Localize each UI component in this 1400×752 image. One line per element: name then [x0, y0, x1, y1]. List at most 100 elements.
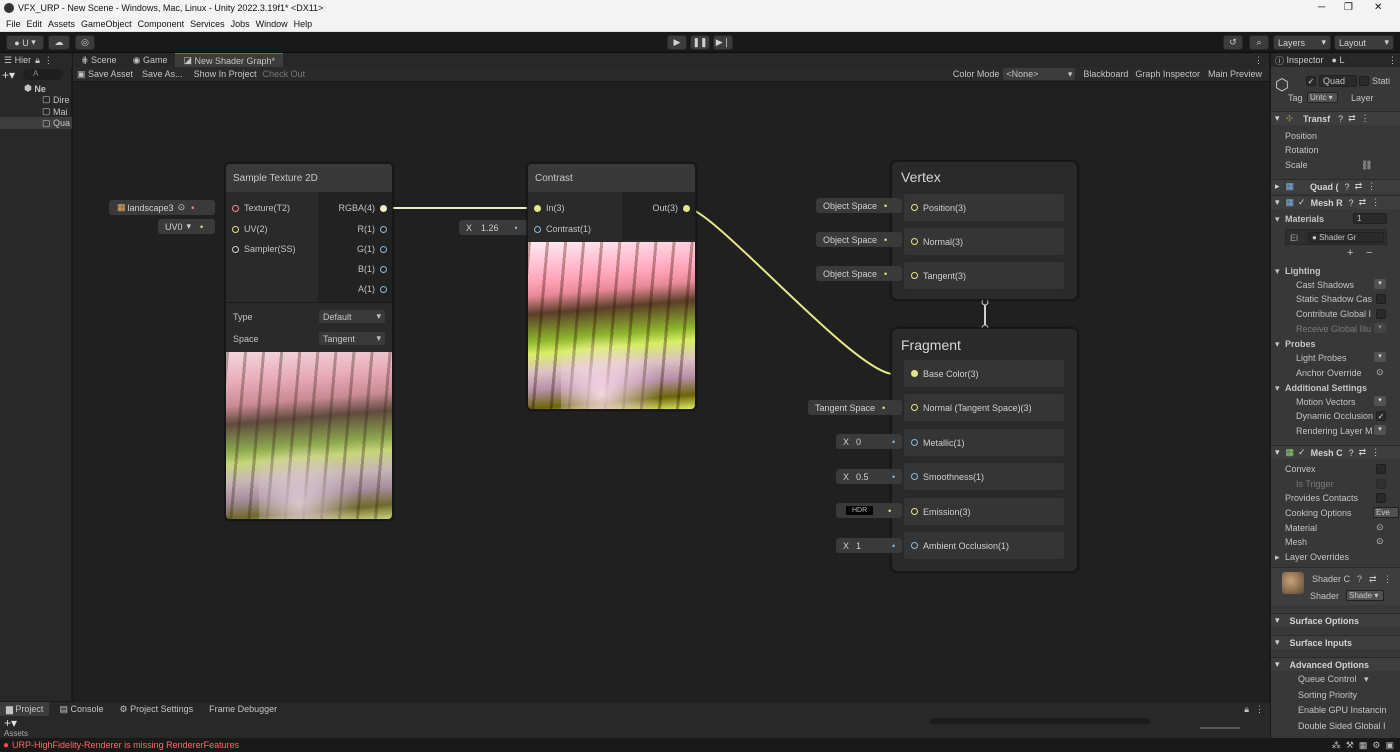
status-error-message[interactable]: URP-HighFidelity-Renderer is missing Ren…: [12, 740, 239, 750]
menu-file[interactable]: File: [6, 19, 21, 29]
position-space-field[interactable]: Object Space •: [816, 198, 902, 213]
input-port-uv[interactable]: UV(2): [232, 224, 268, 234]
type-dropdown[interactable]: Default ▾: [319, 310, 385, 323]
add-icon[interactable]: +▾: [2, 68, 15, 82]
project-search-input[interactable]: [930, 718, 1150, 724]
mesh-renderer-header[interactable]: ▾ ▦ ✓ Mesh R ? ⇄ ⋮: [1271, 195, 1400, 209]
advanced-options-header[interactable]: ▾ Advanced Options: [1271, 657, 1400, 671]
menu-assets[interactable]: Assets: [48, 19, 75, 29]
surface-inputs-header[interactable]: ▾ Surface Inputs: [1271, 635, 1400, 649]
scene-root[interactable]: ⬢ Ne: [24, 83, 46, 94]
account-button[interactable]: ● U ▾: [6, 35, 44, 50]
more-icon[interactable]: ⋮: [1255, 704, 1264, 715]
layout-dropdown[interactable]: Layout ▾: [1334, 35, 1394, 50]
block-position[interactable]: Position(3): [904, 194, 1064, 221]
help-icon[interactable]: ?: [1357, 574, 1362, 584]
object-picker-icon[interactable]: ⊙: [1376, 367, 1384, 378]
materials-count-field[interactable]: 1: [1353, 213, 1387, 224]
more-icon[interactable]: ⋮: [1383, 574, 1392, 585]
menu-help[interactable]: Help: [294, 19, 313, 29]
uv-input-dropdown[interactable]: UV0 ▾ •: [158, 219, 215, 234]
output-port-b[interactable]: B(1): [358, 264, 387, 274]
emission-color-field[interactable]: HDR •: [836, 503, 902, 518]
output-port-g[interactable]: G(1): [357, 244, 387, 254]
output-port-r[interactable]: R(1): [357, 224, 387, 234]
input-port-in[interactable]: In(3): [534, 203, 565, 213]
cooking-options-dropdown[interactable]: Eve: [1373, 507, 1399, 518]
close-icon[interactable]: ✕: [1374, 2, 1382, 13]
enabled-check-icon[interactable]: ✓: [1298, 197, 1306, 208]
add-icon[interactable]: +▾: [4, 716, 17, 730]
block-metallic[interactable]: Metallic(1): [904, 429, 1064, 456]
more-icon[interactable]: ⋮: [1367, 181, 1376, 192]
rendering-layer-dropdown[interactable]: ▾: [1374, 425, 1386, 435]
mesh-collider-header[interactable]: ▾ ▦ ✓ Mesh C ? ⇄ ⋮: [1271, 445, 1400, 459]
graph-canvas[interactable]: ▦ landscape3 ⊙ • UV0 ▾ • Sample Texture …: [73, 82, 1269, 701]
list-item[interactable]: ▢ Dire: [42, 94, 70, 105]
metallic-value-field[interactable]: X 0 •: [836, 434, 902, 449]
object-picker-icon[interactable]: ⊙: [178, 202, 186, 213]
contribute-gi-checkbox[interactable]: [1376, 309, 1386, 319]
menu-window[interactable]: Window: [256, 19, 288, 29]
more-icon[interactable]: ⋮: [1371, 447, 1380, 458]
tab-inspector[interactable]: Inspector: [1287, 55, 1324, 65]
help-icon[interactable]: ?: [1349, 198, 1354, 208]
enabled-check-icon[interactable]: ✓: [1298, 447, 1306, 458]
minimize-icon[interactable]: ─: [1318, 2, 1325, 13]
normal-tangent-space-field[interactable]: Tangent Space •: [808, 400, 902, 415]
receive-gi-dropdown[interactable]: ▾: [1374, 323, 1386, 333]
tab-scene[interactable]: ⋕ Scene: [73, 53, 125, 67]
contrast-node[interactable]: Contrast In(3) Contrast(1) Out(3): [527, 163, 696, 410]
block-emission[interactable]: Emission(3): [904, 498, 1064, 525]
convex-checkbox[interactable]: [1376, 464, 1386, 474]
object-picker-icon[interactable]: ⊙: [1376, 522, 1384, 533]
contrast-value-field[interactable]: X 1.26 •: [459, 220, 535, 235]
preset-icon[interactable]: ⇄: [1348, 113, 1356, 124]
block-tangent[interactable]: Tangent(3): [904, 262, 1064, 289]
more-icon[interactable]: ⋮: [1388, 55, 1397, 66]
block-smoothness[interactable]: Smoothness(1): [904, 463, 1064, 490]
vertex-context[interactable]: Vertex Position(3) Normal(3) Tangent(3): [891, 161, 1078, 300]
more-icon[interactable]: ⋮: [1254, 55, 1263, 66]
preset-icon[interactable]: ⇄: [1355, 181, 1363, 192]
material-object-field[interactable]: ● Shader Gr: [1308, 232, 1384, 243]
fragment-context[interactable]: Fragment Base Color(3) Normal (Tangent S…: [891, 328, 1078, 572]
output-port-out[interactable]: Out(3): [652, 203, 690, 213]
tab-shader-graph[interactable]: ◪ New Shader Graph*: [175, 53, 284, 67]
search-button[interactable]: ⌕: [1249, 35, 1269, 50]
history-button[interactable]: ↺: [1223, 35, 1243, 50]
network-icon[interactable]: ⁂: [1332, 740, 1341, 750]
surface-options-header[interactable]: ▾ Surface Options: [1271, 613, 1400, 627]
remove-element-button[interactable]: −: [1366, 247, 1372, 259]
block-ambient-occlusion[interactable]: Ambient Occlusion(1): [904, 532, 1064, 559]
more-icon[interactable]: ⋮: [44, 55, 53, 66]
blackboard-button[interactable]: Blackboard: [1083, 69, 1128, 79]
tab-game[interactable]: ◉ Game: [125, 53, 176, 67]
layers-dropdown[interactable]: Layers ▾: [1273, 35, 1331, 50]
window-icon[interactable]: ▣: [1385, 740, 1394, 750]
menu-gameobject[interactable]: GameObject: [81, 19, 132, 29]
tab-project[interactable]: ▆ Project: [0, 701, 50, 717]
list-item-selected[interactable]: ▢ Qua: [0, 117, 72, 129]
chevron-down-icon[interactable]: ▾: [1364, 674, 1369, 685]
active-checkbox[interactable]: ✓: [1306, 76, 1316, 86]
maximize-icon[interactable]: ❐: [1344, 2, 1353, 13]
motion-vectors-dropdown[interactable]: ▾: [1374, 396, 1386, 406]
static-checkbox[interactable]: [1359, 76, 1369, 86]
ao-value-field[interactable]: X 1 •: [836, 538, 902, 553]
preset-icon[interactable]: ⇄: [1369, 574, 1377, 585]
collab-button[interactable]: ◎: [75, 35, 95, 50]
block-normal[interactable]: Normal(3): [904, 228, 1064, 255]
preset-icon[interactable]: ⇄: [1359, 447, 1367, 458]
output-port-a[interactable]: A(1): [358, 284, 387, 294]
is-trigger-checkbox[interactable]: [1376, 479, 1386, 489]
help-icon[interactable]: ?: [1345, 182, 1350, 192]
cloud-button[interactable]: ☁: [48, 35, 70, 50]
object-picker-icon[interactable]: ⊙: [1376, 536, 1384, 547]
menu-component[interactable]: Component: [138, 19, 185, 29]
check-out-button[interactable]: Check Out: [263, 69, 306, 79]
texture-input-field[interactable]: ▦ landscape3 ⊙ •: [109, 200, 215, 215]
step-button[interactable]: ▶❘: [713, 35, 733, 50]
main-preview-button[interactable]: Main Preview: [1208, 69, 1262, 79]
list-item[interactable]: ▢ Mai: [42, 106, 68, 117]
